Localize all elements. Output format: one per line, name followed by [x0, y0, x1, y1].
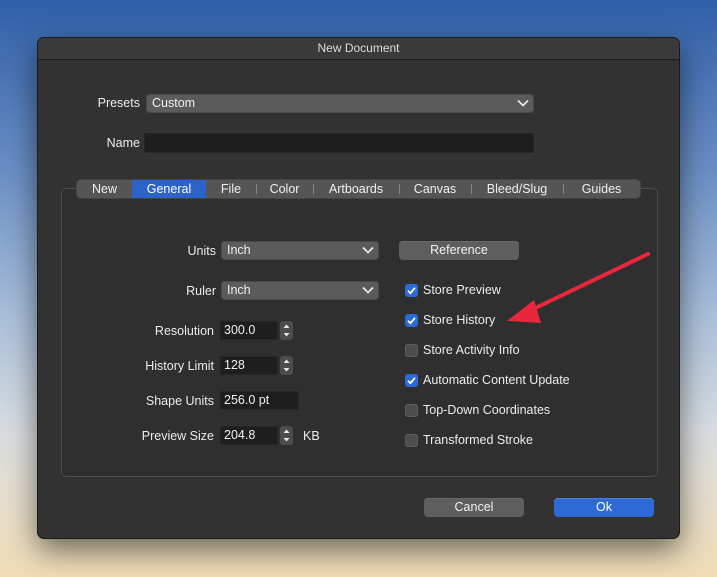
units-label: Units: [187, 244, 216, 258]
store-history-checkbox[interactable]: [405, 314, 418, 327]
history-limit-field[interactable]: 128: [220, 356, 278, 375]
history-limit-stepper[interactable]: [280, 356, 293, 375]
preview-size-stepper[interactable]: [280, 426, 293, 445]
checkmark-icon: [407, 287, 416, 295]
chevron-down-icon: [362, 286, 374, 294]
checkmark-icon: [407, 377, 416, 385]
tab-canvas[interactable]: Canvas: [399, 180, 471, 198]
top-down-coordinates-checkbox[interactable]: [405, 404, 418, 417]
shape-units-field[interactable]: 256.0 pt: [220, 391, 299, 410]
store-preview-checkbox[interactable]: [405, 284, 418, 297]
tab-general[interactable]: General: [132, 180, 206, 198]
store-activity-info-label: Store Activity Info: [423, 343, 520, 357]
name-label: Name: [106, 136, 140, 150]
transformed-stroke-checkbox[interactable]: [405, 434, 418, 447]
resolution-stepper[interactable]: [280, 321, 293, 340]
ruler-value: Inch: [227, 283, 251, 297]
history-limit-label: History Limit: [145, 359, 214, 373]
preview-size-field[interactable]: 204.8: [220, 426, 278, 445]
checkmark-icon: [407, 317, 416, 325]
stepper-arrows-icon: [283, 359, 290, 372]
history-limit-value: 128: [224, 358, 245, 372]
shape-units-value: 256.0 pt: [224, 393, 270, 407]
cancel-button[interactable]: Cancel: [424, 498, 524, 517]
preview-size-unit: KB: [303, 429, 320, 443]
preview-size-value: 204.8: [224, 428, 256, 442]
shape-units-label: Shape Units: [145, 394, 214, 408]
ruler-dropdown[interactable]: Inch: [221, 281, 379, 300]
stepper-arrows-icon: [283, 324, 290, 337]
automatic-content-update-label: Automatic Content Update: [423, 373, 570, 387]
chevron-down-icon: [517, 99, 529, 107]
top-down-coordinates-label: Top-Down Coordinates: [423, 403, 551, 417]
automatic-content-update-checkbox[interactable]: [405, 374, 418, 387]
transformed-stroke-label: Transformed Stroke: [423, 433, 533, 447]
tab-color[interactable]: Color: [256, 180, 313, 198]
name-field[interactable]: [144, 133, 534, 153]
resolution-value: 300.0: [224, 323, 256, 337]
window-title: New Document: [38, 38, 679, 60]
tab-new[interactable]: New: [77, 180, 132, 198]
tab-file[interactable]: File: [206, 180, 256, 198]
resolution-label: Resolution: [154, 324, 214, 338]
tab-bleed-slug[interactable]: Bleed/Slug: [471, 180, 563, 198]
new-document-dialog: New Document Presets Custom Name New Gen…: [38, 38, 679, 538]
store-activity-info-checkbox[interactable]: [405, 344, 418, 357]
reference-button[interactable]: Reference: [399, 241, 519, 260]
ruler-label: Ruler: [186, 284, 216, 298]
tab-bar: New General File Color Artboards Canvas …: [77, 180, 640, 198]
presets-dropdown[interactable]: Custom: [146, 94, 534, 113]
tab-guides[interactable]: Guides: [563, 180, 640, 198]
tab-artboards[interactable]: Artboards: [313, 180, 399, 198]
units-value: Inch: [227, 243, 251, 257]
store-preview-label: Store Preview: [423, 283, 501, 297]
preview-size-label: Preview Size: [141, 429, 214, 443]
ok-button[interactable]: Ok: [554, 498, 654, 517]
presets-value: Custom: [152, 96, 196, 110]
resolution-field[interactable]: 300.0: [220, 321, 278, 340]
units-dropdown[interactable]: Inch: [221, 241, 379, 260]
stepper-arrows-icon: [283, 429, 290, 442]
presets-label: Presets: [97, 96, 140, 110]
store-history-label: Store History: [423, 313, 496, 327]
chevron-down-icon: [362, 246, 374, 254]
